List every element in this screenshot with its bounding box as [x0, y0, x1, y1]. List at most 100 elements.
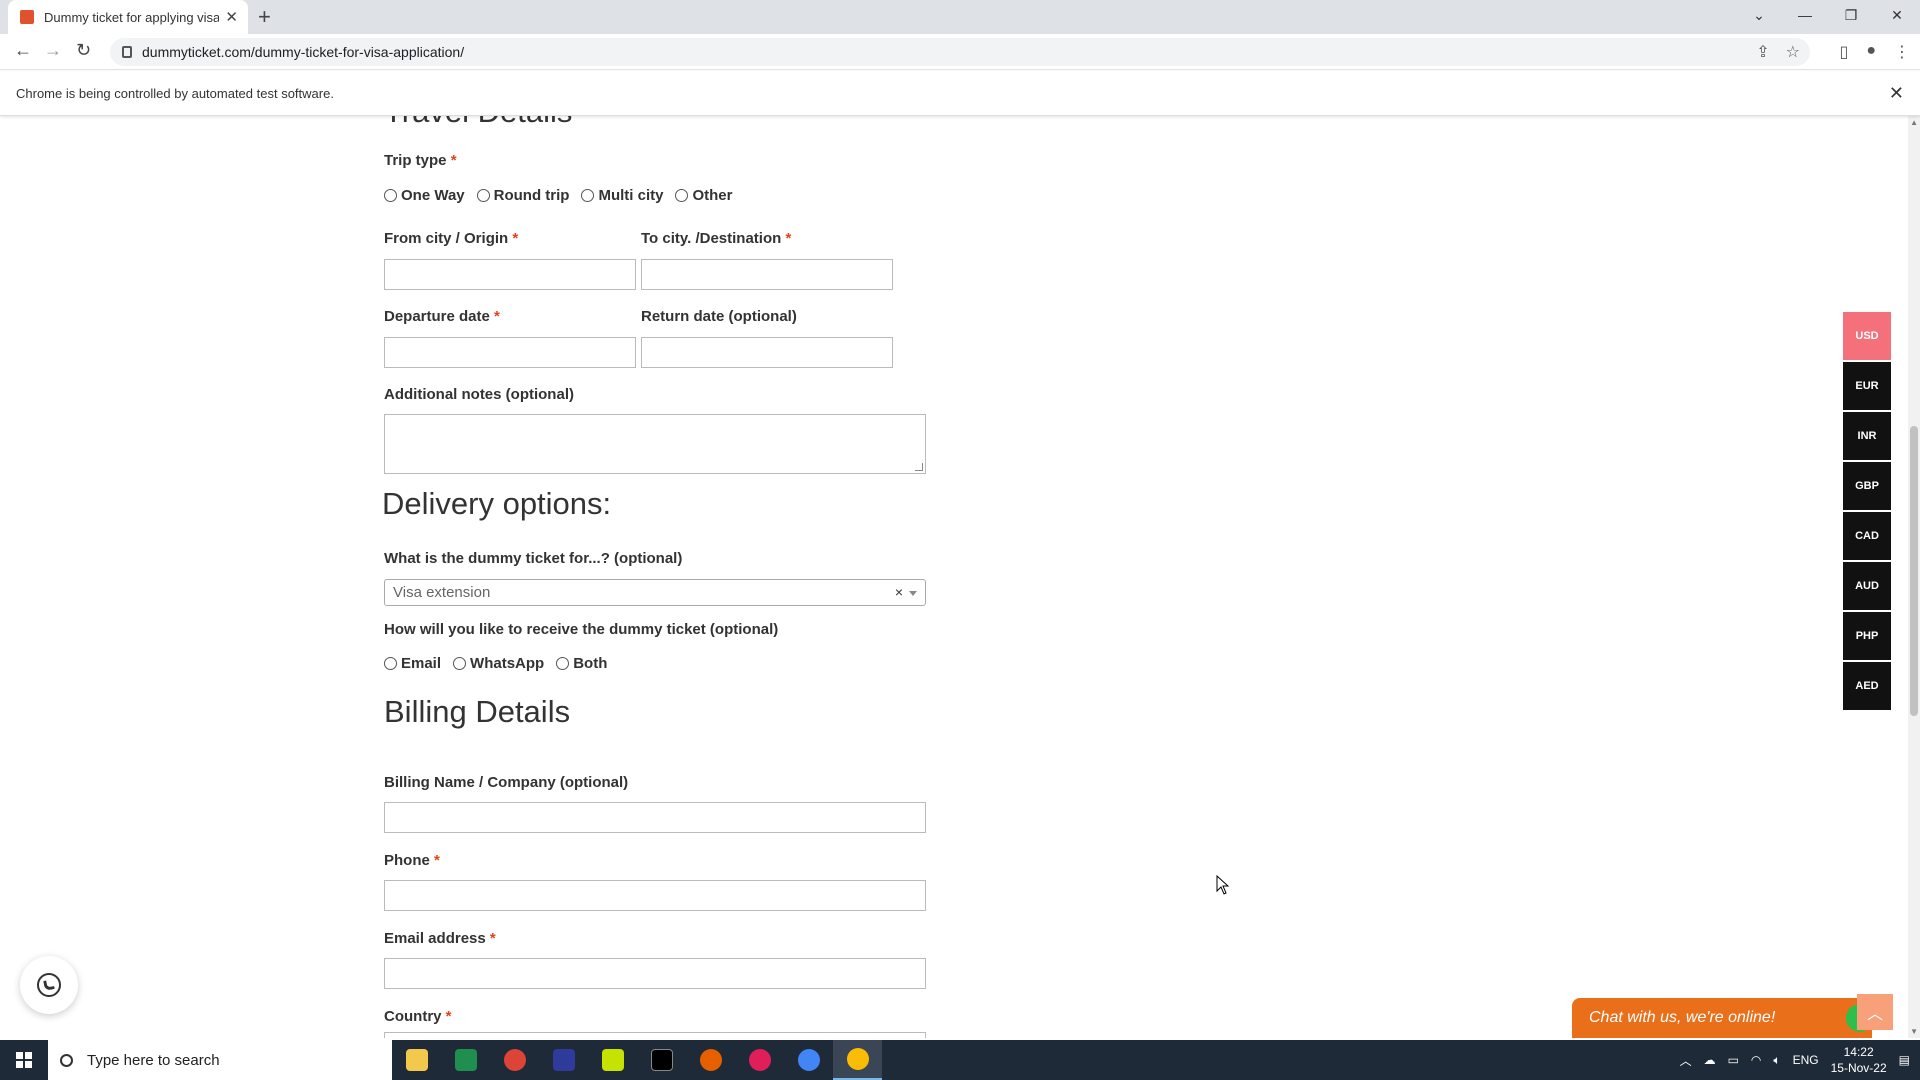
notifications-icon[interactable]: ▤: [1899, 1053, 1910, 1067]
currency-aed-button[interactable]: AED: [1843, 662, 1891, 710]
omnibox-icons: ⇪ ☆: [1756, 42, 1800, 62]
clear-selection-icon[interactable]: ×: [895, 584, 903, 600]
country-select[interactable]: [384, 1032, 926, 1038]
radio-round-trip[interactable]: Round trip: [476, 187, 569, 204]
radio-circle[interactable]: [476, 189, 490, 202]
chrome-app-2[interactable]: [784, 1040, 833, 1080]
taskbar: Type here to search ︿ ☁ ▭ ◠ 🔈︎ ENG 14:22…: [0, 1040, 1920, 1080]
tab-title: Dummy ticket for applying visa -: [44, 9, 220, 25]
new-tab-icon[interactable]: +: [258, 4, 271, 30]
chrome-app-3[interactable]: [833, 1040, 882, 1080]
currency-eur-button[interactable]: EUR: [1843, 362, 1891, 410]
battery-icon[interactable]: ▭: [1728, 1053, 1739, 1067]
billing-details-heading: Billing Details: [384, 694, 571, 729]
reload-icon[interactable]: ↻: [76, 40, 91, 61]
from-city-input[interactable]: [384, 259, 636, 290]
billing-name-input[interactable]: [384, 802, 926, 833]
pycharm-app[interactable]: [588, 1040, 637, 1080]
bookmark-star-icon[interactable]: ☆: [1786, 42, 1800, 62]
purpose-selected-value: Visa extension: [393, 584, 491, 601]
radio-circle[interactable]: [453, 657, 467, 670]
restore-icon[interactable]: ❐: [1828, 0, 1874, 30]
file-explorer-app[interactable]: [392, 1040, 441, 1080]
chevron-down-icon[interactable]: [909, 591, 917, 596]
currency-cad-button[interactable]: CAD: [1843, 512, 1891, 560]
scroll-down-icon[interactable]: ▼: [1910, 1027, 1918, 1036]
page-scrollbar[interactable]: ▲ ▼: [1908, 116, 1920, 1038]
windows-icon: [16, 1052, 32, 1068]
from-city-label: From city / Origin *: [384, 230, 519, 247]
volume-icon[interactable]: 🔈︎: [1773, 1053, 1780, 1068]
resize-handle-icon[interactable]: [915, 463, 923, 471]
currency-gbp-button[interactable]: GBP: [1843, 462, 1891, 510]
url-text[interactable]: dummyticket.com/dummy-ticket-for-visa-ap…: [142, 44, 464, 60]
profile-icon[interactable]: ●: [1866, 42, 1876, 62]
omnibox[interactable]: dummyticket.com/dummy-ticket-for-visa-ap…: [110, 38, 1810, 66]
close-window-icon[interactable]: ✕: [1874, 0, 1920, 30]
scroll-thumb[interactable]: [1910, 426, 1918, 716]
chat-widget[interactable]: Chat with us, we're online!: [1572, 998, 1874, 1038]
toolbar-icons: ▯ ● ⋮: [1840, 42, 1910, 62]
billing-name-label: Billing Name / Company (optional): [384, 774, 629, 791]
radio-one-way[interactable]: One Way: [384, 187, 465, 204]
tab-search-icon[interactable]: ⌄: [1736, 0, 1782, 30]
receive-label: How will you like to receive the dummy t…: [384, 621, 779, 638]
tab-close-icon[interactable]: ✕: [225, 8, 238, 26]
departure-date-label: Departure date *: [384, 308, 500, 325]
radio-circle[interactable]: [675, 189, 689, 202]
currency-aud-button[interactable]: AUD: [1843, 562, 1891, 610]
slack-icon: [748, 1049, 771, 1071]
scroll-up-icon[interactable]: ▲: [1910, 118, 1918, 127]
wifi-icon[interactable]: ◠: [1751, 1053, 1761, 1067]
mouse-cursor-icon: [1216, 875, 1230, 895]
taskbar-search[interactable]: Type here to search: [48, 1040, 392, 1080]
radio-circle[interactable]: [384, 657, 397, 670]
radio-whatsapp[interactable]: WhatsApp: [453, 655, 544, 672]
app-x-icon: [454, 1049, 477, 1071]
currency-inr-button[interactable]: INR: [1843, 412, 1891, 460]
chrome-app-1[interactable]: [490, 1040, 539, 1080]
radio-multi-city[interactable]: Multi city: [581, 187, 663, 204]
scroll-top-button[interactable]: ︿: [1857, 994, 1893, 1030]
back-icon[interactable]: ←: [14, 40, 32, 61]
infobar-close-icon[interactable]: ✕: [1889, 83, 1904, 104]
language-indicator[interactable]: ENG: [1793, 1053, 1819, 1067]
side-panel-icon[interactable]: ▯: [1840, 42, 1849, 62]
clock[interactable]: 14:22 15-Nov-22: [1831, 1044, 1887, 1076]
departure-date-input[interactable]: [384, 337, 636, 368]
tray-chevron-icon[interactable]: ︿: [1680, 1052, 1692, 1069]
terminal-app[interactable]: [637, 1040, 686, 1080]
onedrive-icon[interactable]: ☁: [1704, 1053, 1716, 1067]
clock-time: 14:22: [1843, 1045, 1874, 1059]
start-button[interactable]: [0, 1040, 48, 1080]
app-x[interactable]: [441, 1040, 490, 1080]
radio-circle[interactable]: [556, 657, 570, 670]
chrome-icon: [846, 1048, 869, 1070]
radio-circle[interactable]: [384, 189, 397, 202]
menu-icon[interactable]: ⋮: [1894, 42, 1910, 62]
window-controls: ⌄ — ❐ ✕: [1736, 0, 1920, 30]
purpose-select[interactable]: Visa extension ×: [384, 579, 926, 606]
minimize-icon[interactable]: —: [1782, 0, 1828, 30]
share-icon[interactable]: ⇪: [1756, 42, 1769, 62]
slack-app[interactable]: [735, 1040, 784, 1080]
forward-icon[interactable]: →: [44, 40, 62, 61]
radio-email[interactable]: Email: [384, 655, 441, 672]
to-city-input[interactable]: [641, 259, 893, 290]
currency-usd-button[interactable]: USD: [1843, 312, 1891, 360]
notes-textarea[interactable]: [384, 414, 926, 474]
radio-both[interactable]: Both: [556, 655, 607, 672]
whatsapp-button[interactable]: [20, 956, 78, 1014]
search-icon: [60, 1053, 73, 1067]
radio-other[interactable]: Other: [675, 187, 733, 204]
currency-php-button[interactable]: PHP: [1843, 612, 1891, 660]
browser-tab[interactable]: Dummy ticket for applying visa - ✕: [8, 0, 248, 34]
radio-circle[interactable]: [581, 189, 595, 202]
phone-label: Phone *: [384, 852, 440, 869]
email-input[interactable]: [384, 958, 926, 989]
return-date-input[interactable]: [641, 337, 893, 368]
firefox-app[interactable]: [686, 1040, 735, 1080]
intellij-app[interactable]: [539, 1040, 588, 1080]
phone-input[interactable]: [384, 880, 926, 911]
lock-icon[interactable]: [122, 46, 132, 58]
